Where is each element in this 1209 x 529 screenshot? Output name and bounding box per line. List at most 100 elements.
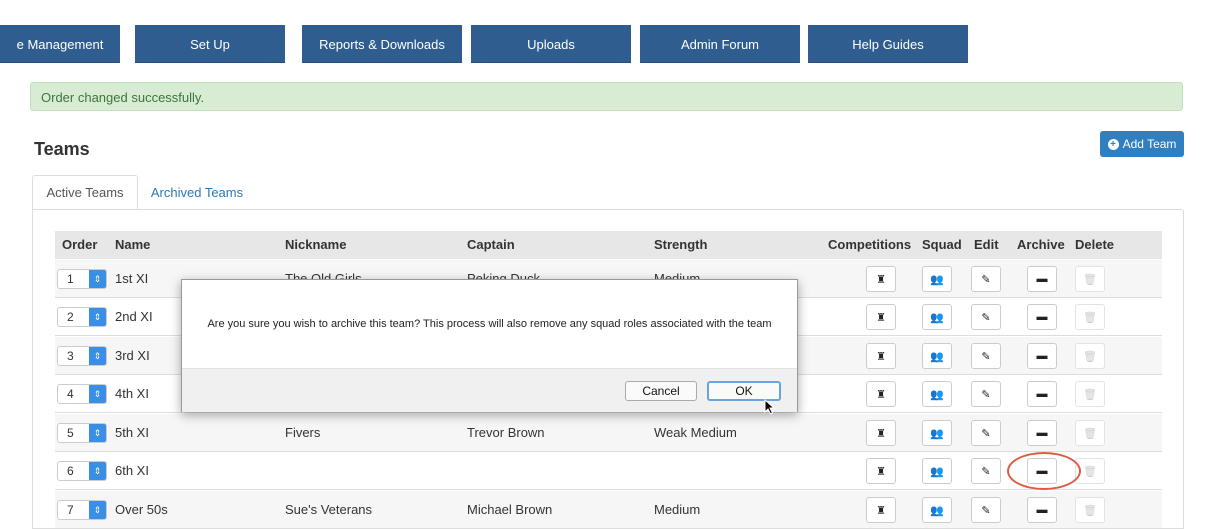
cell-name: Over 50s [115, 502, 168, 517]
competitions-icon: ♜ [876, 273, 886, 286]
archive-folder-icon: ▬ [1036, 350, 1048, 362]
col-delete: Delete [1075, 237, 1115, 252]
plus-circle-icon: + [1107, 138, 1119, 150]
edit-button[interactable]: ✎ [971, 266, 1001, 292]
highlight-circle [1007, 452, 1081, 490]
squad-button[interactable]: 👥 [922, 497, 952, 523]
nav-uploads[interactable]: Uploads [471, 25, 631, 63]
archive-button[interactable]: ▬ [1027, 381, 1057, 407]
archive-button[interactable]: ▬ [1027, 266, 1057, 292]
edit-button[interactable]: ✎ [971, 420, 1001, 446]
nav-admin-forum[interactable]: Admin Forum [640, 25, 800, 63]
delete-trash-icon: 🗑 [1083, 273, 1097, 286]
competitions-icon: ♜ [876, 311, 886, 324]
dialog-message: Are you sure you wish to archive this te… [207, 318, 772, 330]
cell-captain: Michael Brown [467, 502, 553, 517]
squad-icon: 👥 [930, 350, 944, 363]
order-select[interactable]: 4 ⇕ [57, 384, 107, 404]
spinner-icon: ⇕ [89, 385, 106, 403]
squad-button[interactable]: 👥 [922, 343, 952, 369]
edit-button[interactable]: ✎ [971, 343, 1001, 369]
delete-trash-icon: 🗑 [1083, 311, 1097, 324]
col-strength: Strength [654, 237, 708, 252]
squad-button[interactable]: 👥 [922, 381, 952, 407]
competitions-button[interactable]: ♜ [866, 343, 896, 369]
squad-icon: 👥 [930, 273, 944, 286]
order-select[interactable]: 3 ⇕ [57, 346, 107, 366]
order-value: 1 [67, 272, 74, 286]
edit-pencil-icon: ✎ [981, 273, 991, 286]
delete-button[interactable]: 🗑 [1075, 381, 1105, 407]
order-select[interactable]: 1 ⇕ [57, 269, 107, 289]
delete-trash-icon: 🗑 [1083, 465, 1097, 478]
archive-folder-icon: ▬ [1036, 427, 1048, 439]
competitions-button[interactable]: ♜ [866, 381, 896, 407]
nav-setup[interactable]: Set Up [135, 25, 285, 63]
success-alert: Order changed successfully. [30, 82, 1183, 111]
competitions-icon: ♜ [876, 465, 886, 478]
add-team-button[interactable]: + Add Team [1100, 131, 1184, 157]
competitions-button[interactable]: ♜ [866, 458, 896, 484]
mouse-cursor-icon [764, 399, 776, 415]
cell-name: 6th XI [115, 463, 149, 478]
competitions-button[interactable]: ♜ [866, 266, 896, 292]
competitions-button[interactable]: ♜ [866, 304, 896, 330]
delete-button[interactable]: 🗑 [1075, 304, 1105, 330]
col-name: Name [115, 237, 151, 252]
archive-button[interactable]: ▬ [1027, 343, 1057, 369]
alert-text: Order changed successfully. [41, 90, 205, 105]
archive-button[interactable]: ▬ [1027, 420, 1057, 446]
order-select[interactable]: 5 ⇕ [57, 423, 107, 443]
competitions-button[interactable]: ♜ [866, 420, 896, 446]
delete-button[interactable]: 🗑 [1075, 420, 1105, 446]
order-value: 6 [67, 464, 74, 478]
cell-name: 4th XI [115, 386, 149, 401]
ok-button[interactable]: OK [707, 381, 781, 401]
edit-button[interactable]: ✎ [971, 497, 1001, 523]
nav-management[interactable]: e Management [0, 25, 120, 63]
archive-folder-icon: ▬ [1036, 504, 1048, 516]
order-select[interactable]: 6 ⇕ [57, 461, 107, 481]
spinner-icon: ⇕ [89, 501, 106, 519]
squad-button[interactable]: 👥 [922, 420, 952, 446]
nav-help-guides[interactable]: Help Guides [808, 25, 968, 63]
delete-button[interactable]: 🗑 [1075, 497, 1105, 523]
delete-button[interactable]: 🗑 [1075, 266, 1105, 292]
cancel-button[interactable]: Cancel [625, 381, 697, 401]
delete-trash-icon: 🗑 [1083, 388, 1097, 401]
cell-strength: Medium [654, 502, 701, 517]
tab-active-teams[interactable]: Active Teams [32, 175, 138, 209]
edit-pencil-icon: ✎ [981, 311, 991, 324]
cell-name: 3rd XI [115, 348, 150, 363]
delete-button[interactable]: 🗑 [1075, 343, 1105, 369]
squad-button[interactable]: 👥 [922, 266, 952, 292]
table-row: 6 ⇕ 6th XI ♜ 👥 ✎ ▬ 🗑 [55, 452, 1162, 490]
tab-archived-teams[interactable]: Archived Teams [142, 175, 252, 209]
competitions-button[interactable]: ♜ [866, 497, 896, 523]
order-select[interactable]: 7 ⇕ [57, 500, 107, 520]
competitions-icon: ♜ [876, 504, 886, 517]
page-title: Teams [34, 139, 90, 159]
col-captain: Captain [467, 237, 515, 252]
archive-button[interactable]: ▬ [1027, 497, 1057, 523]
cell-name: 1st XI [115, 271, 149, 286]
spinner-icon: ⇕ [89, 462, 106, 480]
delete-trash-icon: 🗑 [1083, 350, 1097, 363]
nav-label: Admin Forum [680, 36, 760, 52]
edit-button[interactable]: ✎ [971, 381, 1001, 407]
cell-nickname: Fivers [285, 425, 321, 440]
order-select[interactable]: 2 ⇕ [57, 307, 107, 327]
archive-folder-icon: ▬ [1036, 273, 1048, 285]
edit-button[interactable]: ✎ [971, 304, 1001, 330]
edit-button[interactable]: ✎ [971, 458, 1001, 484]
order-value: 2 [67, 310, 74, 324]
cell-strength: Weak Medium [654, 425, 737, 440]
archive-button[interactable]: ▬ [1027, 304, 1057, 330]
nav-reports[interactable]: Reports & Downloads [302, 25, 462, 63]
squad-button[interactable]: 👥 [922, 458, 952, 484]
delete-trash-icon: 🗑 [1083, 427, 1097, 440]
squad-button[interactable]: 👥 [922, 304, 952, 330]
order-value: 7 [67, 503, 74, 517]
competitions-icon: ♜ [876, 427, 886, 440]
spinner-icon: ⇕ [89, 308, 106, 326]
